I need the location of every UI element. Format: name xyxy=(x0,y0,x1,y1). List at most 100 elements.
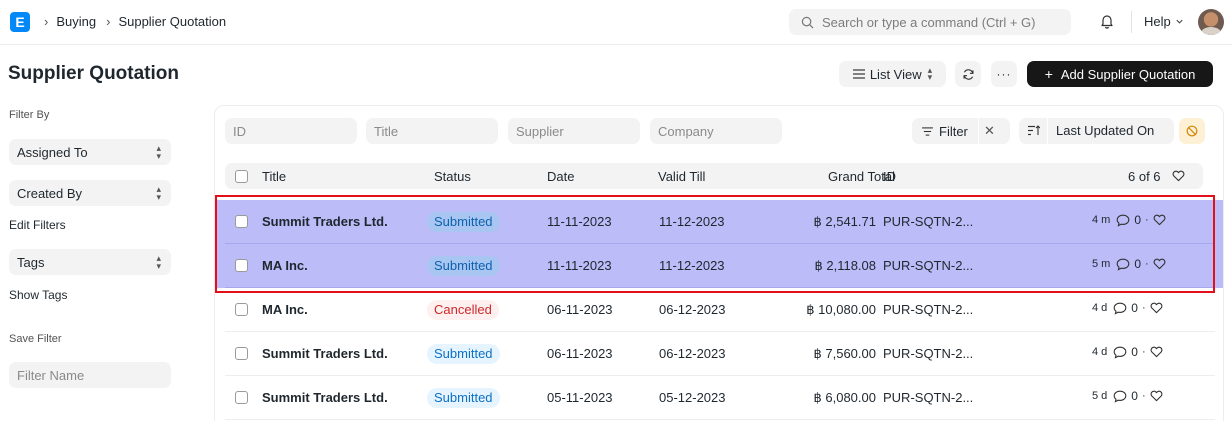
row-title[interactable]: Summit Traders Ltd. xyxy=(262,390,388,405)
row-valid-till: 06-12-2023 xyxy=(659,346,726,361)
table-row[interactable]: Summit Traders Ltd. Submitted 05-11-2023 05… xyxy=(217,376,1223,420)
column-title[interactable]: Title xyxy=(262,169,286,184)
search-input[interactable]: Search or type a command (Ctrl + G) xyxy=(789,9,1071,35)
sort-label: Last Updated On xyxy=(1056,123,1155,138)
comment-icon[interactable] xyxy=(1113,302,1127,315)
row-checkbox[interactable] xyxy=(235,259,248,272)
row-meta: 4 m 0 · xyxy=(1092,213,1166,227)
comment-icon[interactable] xyxy=(1113,390,1127,403)
separator-dot: · xyxy=(1145,214,1149,226)
modified-time: 4 m xyxy=(1092,214,1111,226)
column-date[interactable]: Date xyxy=(547,169,574,184)
comment-icon[interactable] xyxy=(1113,346,1127,359)
company-filter-input[interactable]: Company xyxy=(650,118,782,144)
show-tags-link[interactable]: Show Tags xyxy=(9,288,67,302)
select-all-checkbox[interactable] xyxy=(235,170,248,183)
reload-button[interactable] xyxy=(955,61,981,87)
sort-icon xyxy=(1028,125,1040,136)
comment-count: 0 xyxy=(1131,345,1138,359)
filter-label: Filter xyxy=(939,123,968,139)
edit-filters-link[interactable]: Edit Filters xyxy=(9,218,66,232)
add-supplier-quotation-button[interactable]: + Add Supplier Quotation xyxy=(1027,61,1213,87)
refresh-icon xyxy=(962,68,974,80)
title-filter-input[interactable]: Title xyxy=(366,118,498,144)
status-badge: Submitted xyxy=(427,212,500,232)
add-button-label: Add Supplier Quotation xyxy=(1060,66,1196,82)
row-valid-till: 11-12-2023 xyxy=(659,214,725,229)
plus-icon: + xyxy=(1044,66,1053,82)
table-row[interactable]: Summit Traders Ltd. Submitted 06-11-2023 06… xyxy=(217,332,1223,376)
filter-name-input[interactable]: Filter Name xyxy=(9,362,171,388)
help-label: Help xyxy=(1144,14,1171,29)
column-valid-till[interactable]: Valid Till xyxy=(658,169,705,184)
heart-icon[interactable] xyxy=(1153,214,1166,226)
supplier-filter-input[interactable]: Supplier xyxy=(508,118,640,144)
row-meta: 4 d 0 · xyxy=(1092,345,1163,359)
divider xyxy=(1047,118,1048,144)
chevron-right-icon: › xyxy=(106,14,111,29)
heart-icon[interactable] xyxy=(1150,390,1163,402)
row-checkbox[interactable] xyxy=(235,391,248,404)
table-header: Title Status Date Valid Till Grand Total… xyxy=(225,163,1203,189)
row-id: PUR-SQTN-2... xyxy=(883,258,974,273)
row-checkbox[interactable] xyxy=(235,347,248,360)
column-status[interactable]: Status xyxy=(434,169,471,184)
avatar[interactable] xyxy=(1198,9,1224,35)
row-title[interactable]: Summit Traders Ltd. xyxy=(262,346,388,361)
bell-icon[interactable] xyxy=(1099,13,1115,29)
id-filter-input[interactable]: ID xyxy=(225,118,357,144)
status-badge: Submitted xyxy=(427,256,500,276)
comment-icon[interactable] xyxy=(1116,258,1130,271)
row-grand-total: ฿ 6,080.00 xyxy=(813,390,877,405)
sort-selector[interactable]: Last Updated On xyxy=(1019,118,1174,144)
comment-count: 0 xyxy=(1131,389,1138,403)
column-grand-total[interactable]: Grand Total xyxy=(785,169,895,184)
created-by-label: Created By xyxy=(17,185,83,201)
row-title[interactable]: MA Inc. xyxy=(262,302,308,317)
modified-time: 5 m xyxy=(1092,258,1111,270)
row-checkbox[interactable] xyxy=(235,303,248,316)
row-id: PUR-SQTN-2... xyxy=(883,302,974,317)
row-date: 11-11-2023 xyxy=(547,258,612,273)
divider xyxy=(1131,11,1132,33)
heart-icon[interactable] xyxy=(1172,170,1185,182)
record-count: 6 of 6 xyxy=(1128,169,1161,184)
list-view-selector[interactable]: List View ▴ ▾ xyxy=(839,61,946,87)
table-row[interactable]: MA Inc. Cancelled 06-11-2023 06-12-2023 ฿ 10… xyxy=(217,288,1223,332)
breadcrumb-buying[interactable]: Buying xyxy=(56,14,96,29)
chevron-down-icon xyxy=(1176,19,1183,24)
tags-select[interactable]: Tags ▴ ▾ xyxy=(9,249,171,275)
heart-icon[interactable] xyxy=(1150,302,1163,314)
clear-filter-icon[interactable]: ✕ xyxy=(984,123,995,139)
column-id[interactable]: ID xyxy=(883,169,896,184)
clear-sort-button[interactable] xyxy=(1179,118,1205,144)
row-title[interactable]: MA Inc. xyxy=(262,258,308,273)
heart-icon[interactable] xyxy=(1153,258,1166,270)
table-row[interactable]: MA Inc. Submitted 11-11-2023 11-12-2023 ฿ 2,… xyxy=(217,244,1223,288)
select-arrows-icon: ▴ ▾ xyxy=(927,65,933,82)
comment-icon[interactable] xyxy=(1116,214,1130,227)
help-dropdown[interactable]: Help xyxy=(1144,14,1184,29)
breadcrumb-supplier-quotation[interactable]: Supplier Quotation xyxy=(118,14,226,29)
ban-icon xyxy=(1186,125,1198,137)
row-meta: 4 d 0 · xyxy=(1092,301,1163,315)
modified-time: 5 d xyxy=(1092,390,1108,402)
app-logo[interactable]: E xyxy=(10,12,30,32)
chevron-right-icon: › xyxy=(44,14,49,29)
row-grand-total: ฿ 2,118.08 xyxy=(814,258,876,273)
table-row[interactable]: Summit Traders Ltd. Submitted 11-11-2023 11… xyxy=(217,200,1223,244)
row-date: 11-11-2023 xyxy=(547,214,612,229)
row-checkbox[interactable] xyxy=(235,215,248,228)
row-title[interactable]: Summit Traders Ltd. xyxy=(262,214,388,229)
search-icon xyxy=(801,16,814,28)
title-filter-placeholder: Title xyxy=(374,123,399,139)
tags-label: Tags xyxy=(17,254,45,270)
comment-count: 0 xyxy=(1134,257,1142,271)
created-by-select[interactable]: Created By ▴ ▾ xyxy=(9,180,171,206)
row-id: PUR-SQTN-2... xyxy=(883,390,974,405)
heart-icon[interactable] xyxy=(1150,346,1163,358)
assigned-to-select[interactable]: Assigned To ▴ ▾ xyxy=(9,139,171,165)
filter-button[interactable]: Filter ✕ xyxy=(912,118,1010,144)
more-actions-button[interactable]: ··· xyxy=(991,61,1017,87)
assigned-to-label: Assigned To xyxy=(17,144,88,160)
